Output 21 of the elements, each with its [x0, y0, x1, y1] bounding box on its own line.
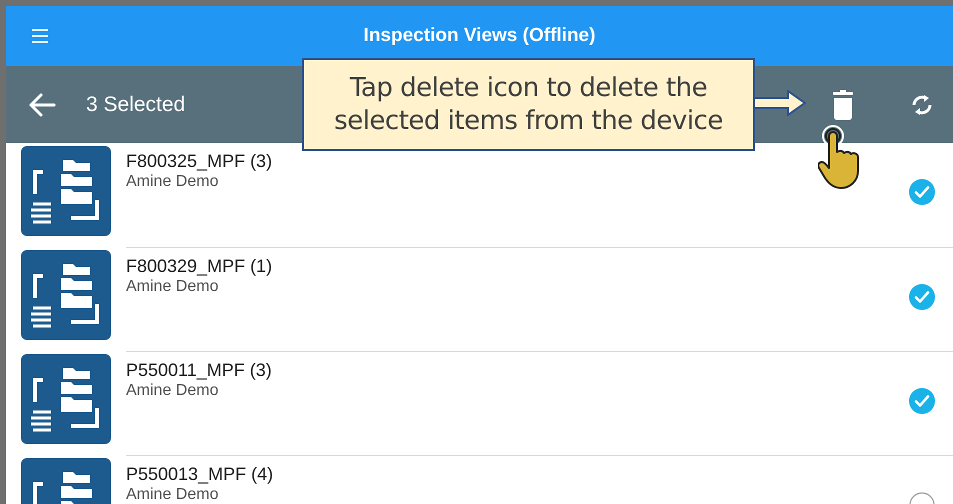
item-subtitle: Amine Demo — [126, 381, 218, 400]
menu-icon[interactable] — [32, 29, 48, 43]
item-subtitle: Amine Demo — [126, 172, 218, 191]
folders-icon — [21, 354, 111, 444]
callout-arrow — [754, 90, 806, 116]
item-subtitle: Amine Demo — [126, 277, 218, 296]
folders-icon — [21, 146, 111, 236]
item-title[interactable]: F800325_MPF (3) — [126, 150, 272, 172]
checked-circle-icon[interactable] — [909, 284, 935, 310]
callout-tooltip: Tap delete icon to delete the selected items from the device — [302, 58, 755, 151]
checked-circle-icon[interactable] — [909, 179, 935, 205]
delete-icon[interactable] — [831, 90, 855, 120]
checked-circle-icon[interactable] — [909, 388, 935, 414]
header-title: Inspection Views (Offline) — [362, 24, 596, 48]
item-title[interactable]: P550013_MPF (4) — [126, 463, 274, 485]
item-title[interactable]: P550011_MPF (3) — [126, 359, 272, 381]
item-subtitle: Amine Demo — [126, 485, 218, 504]
selection-count: 3 Selected — [86, 92, 186, 118]
item-title[interactable]: F800329_MPF (1) — [126, 255, 272, 277]
back-arrow-icon[interactable] — [28, 92, 56, 116]
folders-icon — [21, 250, 111, 340]
